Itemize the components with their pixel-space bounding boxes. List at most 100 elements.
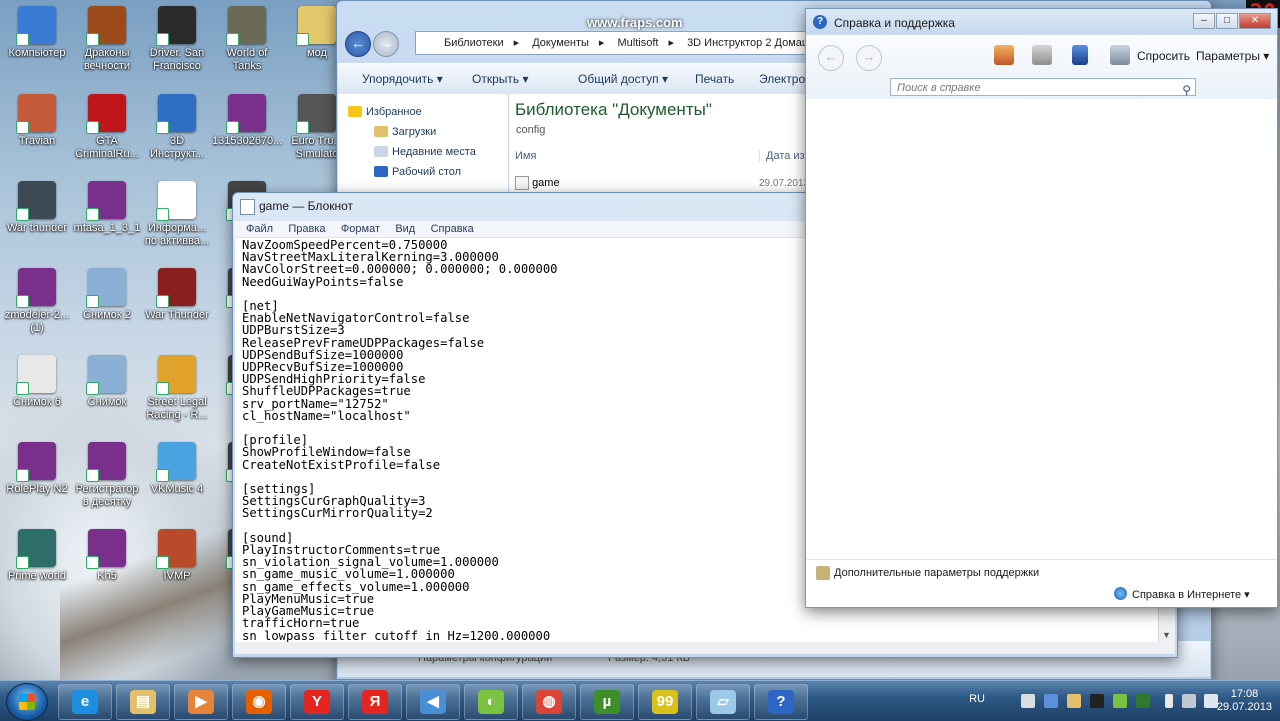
forward-icon[interactable]: → <box>856 45 882 71</box>
desktop-icon-10[interactable]: War thunder <box>2 181 72 235</box>
desktop-icon-20[interactable]: Street Legal Racing - R... <box>142 355 212 422</box>
desktop-icon-27[interactable]: Kh5 <box>72 529 142 583</box>
tray-flag-icon[interactable] <box>1021 694 1035 708</box>
desktop-icon-15[interactable]: Снимок 2 <box>72 268 142 322</box>
taskbar-firefox-button[interactable]: ◉ <box>232 684 286 720</box>
tray-utorrent-icon[interactable] <box>1136 694 1150 708</box>
desktop-icon-11[interactable]: mtasa_1_3_1 <box>72 181 142 235</box>
menu-view[interactable]: Вид <box>395 223 415 235</box>
support-icon <box>816 566 830 580</box>
breadcrumb-3d-instructor[interactable]: 3D Инструктор 2 Домаш <box>687 37 811 49</box>
options-button[interactable]: Параметры ▾ <box>1196 49 1269 63</box>
sidebar-item-recent[interactable]: Недавние места <box>392 146 476 158</box>
ask-button[interactable]: Спросить <box>1137 49 1190 63</box>
maximize-button[interactable]: □ <box>1216 13 1238 29</box>
desktop-icon-14[interactable]: zmodeler-2... (1) <box>2 268 72 335</box>
desktop-icon-23[interactable]: Регистратор в десятку <box>72 442 142 509</box>
chrome-icon: ◍ <box>536 690 562 714</box>
desktop-icon-5[interactable]: Travian <box>2 94 72 148</box>
desktop-icon-label: Prime world <box>7 570 67 582</box>
breadcrumb-documents[interactable]: Документы <box>532 37 589 49</box>
taskbar-ie-button[interactable]: e <box>58 684 112 720</box>
menu-file[interactable]: Файл <box>246 223 273 235</box>
taskbar-green-app-button[interactable]: ◐ <box>464 684 518 720</box>
sidebar-item-desktop[interactable]: Рабочий стол <box>392 166 461 178</box>
scroll-down-icon[interactable]: ▼ <box>1162 630 1171 640</box>
desktop-icon-8[interactable]: 1315302670... <box>212 94 282 148</box>
email-button[interactable]: Электрон <box>759 72 812 86</box>
desktop-icon-1[interactable]: Драконы вечности <box>72 6 142 73</box>
menu-format[interactable]: Формат <box>341 223 380 235</box>
forward-button[interactable]: → <box>373 31 399 57</box>
desktop-icon-24[interactable]: VKMusic 4 <box>142 442 212 496</box>
file-row-game[interactable]: game <box>515 176 560 190</box>
home-icon[interactable] <box>994 45 1014 65</box>
desktop-icon-label: VKMusic 4 <box>150 483 204 495</box>
breadcrumb-libraries[interactable]: Библиотеки <box>444 37 504 49</box>
tray-nvidia-icon[interactable] <box>1113 694 1127 708</box>
shortcut-icon <box>16 94 56 134</box>
tray-speaker-icon[interactable] <box>1204 694 1218 708</box>
taskbar-notepad-button[interactable]: ▱ <box>696 684 750 720</box>
back-button[interactable]: ← <box>345 31 371 57</box>
taskbar-speaker-button[interactable]: ◀ <box>406 684 460 720</box>
desktop-icon-label: War thunder <box>6 222 68 234</box>
desktop-icon-22[interactable]: RolePlay N2 <box>2 442 72 496</box>
desktop-icon-label: Снимок 6 <box>13 396 61 408</box>
browse-help-icon[interactable] <box>1072 45 1088 65</box>
taskbar-help-button[interactable]: ? <box>754 684 808 720</box>
more-support-link[interactable]: Дополнительные параметры поддержки <box>834 567 1039 579</box>
taskbar-yandex-browser-button[interactable]: Y <box>290 684 344 720</box>
desktop-icon-18[interactable]: Снимок 6 <box>2 355 72 409</box>
tray-battery-icon[interactable] <box>1165 694 1173 708</box>
shortcut-icon <box>156 268 196 308</box>
sidebar-item-downloads[interactable]: Загрузки <box>392 126 436 138</box>
menu-edit[interactable]: Правка <box>288 223 325 235</box>
taskbar-yandex-button[interactable]: Я <box>348 684 402 720</box>
minimize-button[interactable]: – <box>1193 13 1215 29</box>
star-icon <box>348 106 362 117</box>
organize-button[interactable]: Упорядочить ▾ <box>362 72 443 86</box>
horizontal-scrollbar[interactable] <box>235 642 1175 654</box>
desktop-icon-2[interactable]: Driver. San Francisco <box>142 6 212 73</box>
open-button[interactable]: Открыть ▾ <box>472 72 528 86</box>
share-button[interactable]: Общий доступ ▾ <box>578 72 668 86</box>
search-icon[interactable]: ⚲ <box>1182 81 1191 99</box>
back-icon[interactable]: ← <box>818 45 844 71</box>
desktop-icon-7[interactable]: 3D Инструкт... <box>142 94 212 161</box>
desktop-icon-19[interactable]: Снимок <box>72 355 142 409</box>
print-icon[interactable] <box>1032 45 1052 65</box>
tray-signal-icon[interactable] <box>1182 694 1196 708</box>
taskbar-fraps-button[interactable]: 99 <box>638 684 692 720</box>
start-button[interactable] <box>6 683 48 721</box>
desktop-icon-26[interactable]: Prime world <box>2 529 72 583</box>
desktop-icon-16[interactable]: War Thunder <box>142 268 212 322</box>
system-clock[interactable]: 17:08 29.07.2013 <box>1217 688 1272 714</box>
menu-help[interactable]: Справка <box>431 223 474 235</box>
shortcut-icon <box>156 529 196 569</box>
shortcut-icon <box>156 355 196 395</box>
tray-volume-icon[interactable] <box>1067 694 1081 708</box>
desktop-icon-28[interactable]: IVMP <box>142 529 212 583</box>
tray-app-icon[interactable] <box>1090 694 1104 708</box>
ask-icon[interactable] <box>1110 45 1130 65</box>
taskbar-explorer-button[interactable]: ▤ <box>116 684 170 720</box>
online-help-button[interactable]: Справка в Интернете ▾ <box>1132 588 1250 601</box>
desktop-icon-12[interactable]: Информа... по активва... <box>142 181 212 248</box>
breadcrumb-multisoft[interactable]: Multisoft <box>618 37 659 49</box>
taskbar-utorrent-button[interactable]: µ <box>580 684 634 720</box>
clock-date: 29.07.2013 <box>1216 701 1272 713</box>
sidebar-item-favorites[interactable]: Избранное <box>366 106 422 118</box>
taskbar-media-player-button[interactable]: ▶ <box>174 684 228 720</box>
tray-network-icon[interactable] <box>1044 694 1058 708</box>
desktop-icon-0[interactable]: Компьютер <box>2 6 72 60</box>
language-indicator[interactable]: RU <box>969 693 985 705</box>
close-button[interactable]: ✕ <box>1239 13 1271 29</box>
desktop-icon-3[interactable]: World of Tanks <box>212 6 282 73</box>
help-search-input[interactable]: Поиск в справке ⚲ <box>890 78 1196 99</box>
help-window[interactable]: ? Справка и поддержка – □ ✕ ← → Спросить П… <box>805 8 1278 608</box>
taskbar-chrome-button[interactable]: ◍ <box>522 684 576 720</box>
column-name[interactable]: Имя <box>515 150 536 162</box>
desktop-icon-6[interactable]: GTA CriminalRu... <box>72 94 142 161</box>
print-button[interactable]: Печать <box>695 72 734 86</box>
